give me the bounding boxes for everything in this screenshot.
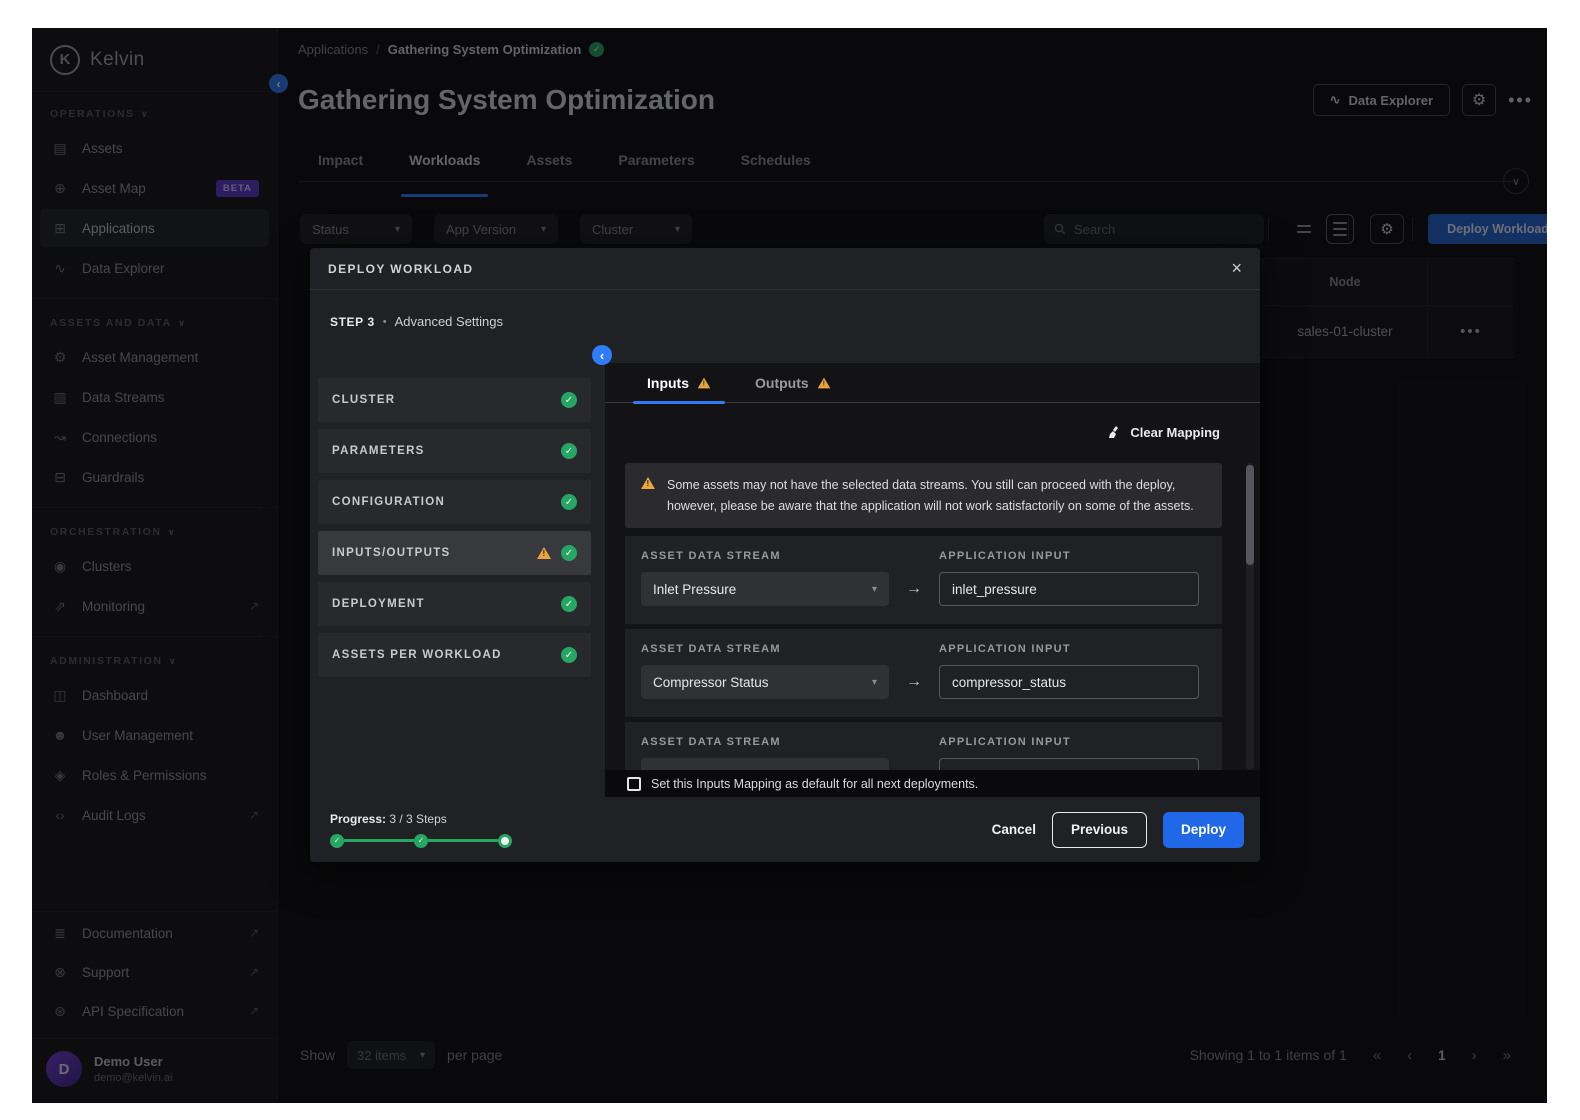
step-configuration[interactable]: CONFIGURATION	[318, 480, 591, 524]
modal-steps-list: CLUSTER PARAMETERS CONFIGURATION INPUTS/…	[318, 378, 591, 684]
clear-mapping-button[interactable]: Clear Mapping	[1108, 425, 1220, 440]
modal-header: DEPLOY WORKLOAD ×	[310, 248, 1260, 290]
warning-icon	[698, 377, 711, 388]
step-assets-per-workload[interactable]: ASSETS PER WORKLOAD	[318, 633, 591, 677]
mapping-row: ASSET DATA STREAM Choke Position SP ▾ → …	[625, 722, 1222, 770]
io-tabs: Inputs Outputs	[605, 363, 1260, 403]
tab-inputs[interactable]: Inputs	[647, 363, 711, 402]
modal-title: DEPLOY WORKLOAD	[328, 262, 473, 276]
progress-track	[330, 834, 512, 848]
check-icon	[561, 596, 577, 612]
asset-data-stream-select[interactable]: Compressor Status ▾	[641, 665, 889, 699]
close-button[interactable]: ×	[1231, 258, 1242, 279]
arrow-right-icon: →	[906, 580, 922, 598]
asset-data-stream-select[interactable]: Choke Position SP ▾	[641, 758, 889, 770]
scrollbar-thumb[interactable]	[1246, 465, 1254, 565]
step-indicator: STEP 3 • Advanced Settings	[310, 290, 1260, 343]
modal-footer: Progress: 3 / 3 Steps Cancel Previous De…	[310, 797, 1260, 862]
deploy-button[interactable]: Deploy	[1163, 812, 1244, 848]
progress-indicator: Progress: 3 / 3 Steps	[330, 812, 512, 848]
cancel-button[interactable]: Cancel	[992, 822, 1036, 837]
default-mapping-label: Set this Inputs Mapping as default for a…	[651, 777, 978, 791]
collapse-steps-button[interactable]: ‹	[592, 345, 612, 365]
previous-button[interactable]: Previous	[1052, 812, 1147, 848]
step-cluster[interactable]: CLUSTER	[318, 378, 591, 422]
caret-down-icon: ▾	[872, 584, 877, 595]
application-input-field[interactable]	[939, 758, 1199, 770]
warning-icon	[641, 477, 655, 489]
scrollbar-track[interactable]	[1246, 463, 1254, 770]
mapping-scroll-area: Some assets may not have the selected da…	[625, 463, 1222, 770]
step-current-icon	[498, 834, 512, 848]
arrow-right-icon: →	[906, 673, 922, 691]
application-input-field[interactable]	[939, 572, 1199, 606]
warning-text: Some assets may not have the selected da…	[667, 475, 1206, 516]
deploy-workload-modal: DEPLOY WORKLOAD × STEP 3 • Advanced Sett…	[310, 248, 1260, 862]
tab-outputs[interactable]: Outputs	[755, 363, 831, 402]
step-deployment[interactable]: DEPLOYMENT	[318, 582, 591, 626]
warning-icon	[817, 377, 830, 388]
step-parameters[interactable]: PARAMETERS	[318, 429, 591, 473]
close-icon: ×	[1231, 258, 1242, 278]
application-input-field[interactable]	[939, 665, 1199, 699]
app-window: K Kelvin OPERATIONS ∨ ▤ Assets ⊕ Asset M…	[32, 28, 1547, 1103]
default-mapping-row: Set this Inputs Mapping as default for a…	[605, 770, 1260, 797]
mapping-row: ASSET DATA STREAM Inlet Pressure ▾ → APP…	[625, 536, 1222, 624]
warning-banner: Some assets may not have the selected da…	[625, 463, 1222, 528]
default-mapping-checkbox[interactable]	[627, 777, 641, 791]
chevron-left-icon: ‹	[600, 348, 604, 363]
check-icon	[561, 494, 577, 510]
warning-icon	[537, 547, 551, 559]
step-inputs-outputs[interactable]: INPUTS/OUTPUTS	[318, 531, 591, 575]
step-complete-icon	[414, 834, 428, 848]
check-icon	[561, 392, 577, 408]
broom-icon	[1108, 425, 1122, 439]
inputs-outputs-panel: Inputs Outputs Clear Mapping	[605, 363, 1260, 797]
clear-mapping-row: Clear Mapping	[605, 403, 1260, 461]
caret-down-icon: ▾	[872, 677, 877, 688]
step-complete-icon	[330, 834, 344, 848]
asset-data-stream-select[interactable]: Inlet Pressure ▾	[641, 572, 889, 606]
check-icon	[561, 647, 577, 663]
mapping-row: ASSET DATA STREAM Compressor Status ▾ → …	[625, 629, 1222, 717]
check-icon	[561, 545, 577, 561]
check-icon	[561, 443, 577, 459]
